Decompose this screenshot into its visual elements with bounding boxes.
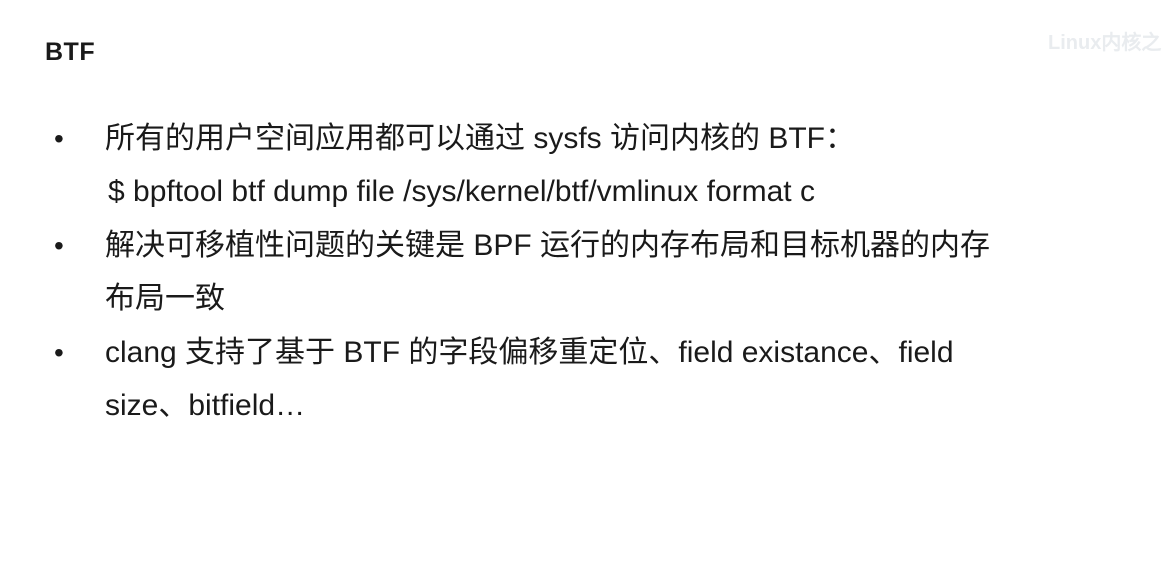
bullet-list: • 所有的用户空间应用都可以通过 sysfs 访问内核的 BTF： $ bpft… [0, 112, 1164, 433]
bullet-text-continued: size、bitfield… [105, 389, 306, 422]
bullet-item-portability: • 解决可移植性问题的关键是 BPF 运行的内存布局和目标机器的内存 布局一致 [0, 219, 1164, 325]
bullet-text: 所有的用户空间应用都可以通过 sysfs 访问内核的 BTF： [105, 122, 855, 155]
command-line: $ bpftool btf dump file /sys/kernel/btf/… [108, 175, 815, 208]
bullet-text: clang 支持了基于 BTF 的字段偏移重定位、field existance… [105, 336, 954, 369]
bullet-dot-icon: • [54, 337, 64, 368]
bullet-dot-icon: • [54, 230, 64, 261]
bullet-text-continued: 布局一致 [105, 282, 225, 315]
slide: BTF Linux内核之 • 所有的用户空间应用都可以通过 sysfs 访问内核… [0, 0, 1164, 575]
bullet-dot-icon: • [54, 123, 64, 154]
bullet-text: 解决可移植性问题的关键是 BPF 运行的内存布局和目标机器的内存 [105, 229, 991, 262]
watermark: Linux内核之 [1048, 32, 1162, 54]
slide-title: BTF [45, 38, 96, 66]
bullet-item-sysfs: • 所有的用户空间应用都可以通过 sysfs 访问内核的 BTF： $ bpft… [0, 112, 1164, 218]
bullet-item-clang: • clang 支持了基于 BTF 的字段偏移重定位、field existan… [0, 326, 1164, 432]
